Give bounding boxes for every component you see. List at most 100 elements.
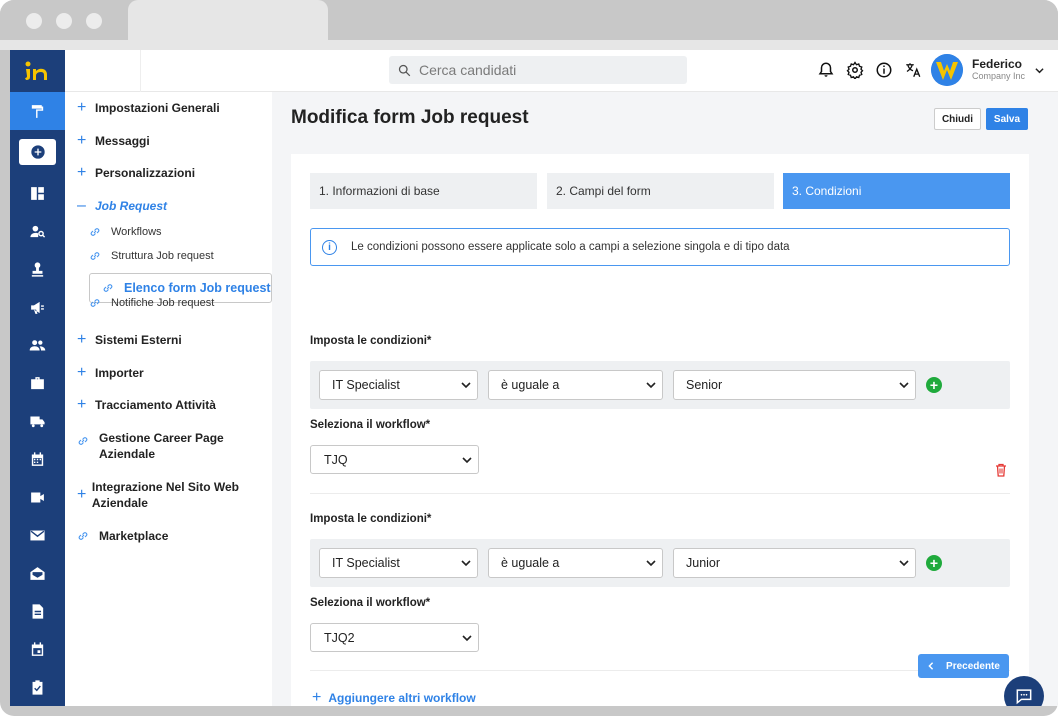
page-title: Modifica form Job request: [291, 107, 529, 128]
rail-stamp[interactable]: [10, 250, 65, 288]
rail-briefcase[interactable]: [10, 364, 65, 402]
rail-mail[interactable]: [10, 516, 65, 554]
paint-roller-icon: [31, 104, 44, 118]
rail-dashboard[interactable]: [10, 174, 65, 212]
field-select[interactable]: IT Specialist: [319, 370, 478, 400]
previous-label: Precedente: [946, 660, 1000, 672]
browser-frame: Cerca candidati Federico Company Inc + I…: [0, 0, 1058, 716]
nav-rail: [10, 50, 65, 706]
value-select[interactable]: Junior: [673, 548, 916, 578]
workflow-label: Seleziona il workflow*: [310, 419, 431, 431]
sidebar-item-integrazione[interactable]: + Integrazione Nel Sito Web Aziendale: [77, 479, 262, 511]
add-condition-icon[interactable]: +: [926, 555, 942, 571]
field-select[interactable]: IT Specialist: [319, 548, 478, 578]
plus-icon: +: [77, 486, 87, 503]
user-menu[interactable]: Federico Company Inc: [931, 54, 1044, 86]
chevron-down-icon: [461, 382, 471, 389]
save-button[interactable]: Salva: [986, 108, 1028, 130]
rail-event[interactable]: [10, 630, 65, 668]
plus-icon: +: [77, 331, 87, 348]
chevron-down-icon: [462, 457, 472, 464]
sidebar-sub-label: Notifiche Job request: [111, 297, 215, 309]
rail-paint-roller[interactable]: [10, 92, 65, 130]
link-icon: [78, 532, 88, 540]
tab-step-1[interactable]: 1. Informazioni di base: [310, 173, 537, 209]
browser-tab[interactable]: [128, 0, 328, 42]
rail-truck[interactable]: [10, 402, 65, 440]
minus-icon: –: [77, 197, 86, 214]
add-condition-icon[interactable]: +: [926, 377, 942, 393]
info-icon[interactable]: [875, 61, 893, 79]
chevron-down-icon: [899, 382, 909, 389]
sidebar-sub-workflows[interactable]: Workflows: [89, 226, 162, 238]
rail-people[interactable]: [10, 326, 65, 364]
tab-step-3[interactable]: 3. Condizioni: [783, 173, 1010, 209]
translate-icon[interactable]: [904, 61, 922, 79]
sidebar-item-career-page[interactable]: Gestione Career Page Aziendale: [77, 430, 247, 462]
rail-mail-open[interactable]: [10, 554, 65, 592]
rail-add-button[interactable]: [19, 139, 56, 165]
close-button[interactable]: Chiudi: [934, 108, 981, 130]
plus-icon: +: [77, 132, 87, 149]
person-search-icon: [30, 225, 46, 238]
conditions-label: Imposta le condizioni*: [310, 335, 432, 347]
window-dot-close[interactable]: [26, 13, 42, 29]
search-icon: [398, 64, 411, 76]
plus-icon: +: [312, 689, 322, 706]
info-alert: i Le condizioni possono essere applicate…: [310, 228, 1010, 266]
window-dot-maximize[interactable]: [86, 13, 102, 29]
people-icon: [29, 339, 46, 350]
link-icon: [78, 437, 88, 445]
gear-icon[interactable]: [846, 61, 864, 79]
trash-icon[interactable]: [995, 463, 1007, 477]
select-value: è uguale a: [501, 556, 560, 570]
select-value: Junior: [686, 556, 721, 570]
stamp-icon: [31, 261, 44, 277]
top-icons: [817, 61, 922, 79]
info-text: Le condizioni possono essere applicate s…: [351, 241, 790, 253]
sidebar-item-personalizzazioni[interactable]: + Personalizzazioni: [77, 165, 195, 181]
previous-button[interactable]: Precedente: [918, 654, 1009, 678]
rail-video[interactable]: [10, 478, 65, 516]
chat-icon: [1016, 689, 1032, 705]
sidebar-item-importer[interactable]: + Importer: [77, 365, 144, 381]
sidebar-item-job-request[interactable]: – Job Request: [77, 198, 167, 214]
rail-calendar[interactable]: [10, 440, 65, 478]
operator-select[interactable]: è uguale a: [488, 548, 663, 578]
link-icon: [103, 284, 113, 292]
tab-step-2[interactable]: 2. Campi del form: [547, 173, 774, 209]
chevron-down-icon: [461, 560, 471, 567]
dashboard-icon: [31, 186, 44, 200]
sidebar-item-tracciamento[interactable]: + Tracciamento Attività: [77, 397, 216, 413]
search-input[interactable]: Cerca candidati: [389, 56, 687, 84]
top-bar: Cerca candidati Federico Company Inc: [65, 50, 1058, 92]
plus-icon: +: [77, 99, 87, 116]
sidebar-item-impostazioni-generali[interactable]: + Impostazioni Generali: [77, 100, 220, 116]
search-placeholder: Cerca candidati: [419, 62, 517, 78]
settings-sidebar: + Impostazioni Generali + Messaggi + Person…: [65, 92, 272, 706]
rail-megaphone[interactable]: [10, 288, 65, 326]
sidebar-item-label: Personalizzazioni: [95, 166, 196, 180]
add-workflow-link[interactable]: + Aggiungere altri workflow: [312, 689, 476, 706]
operator-select[interactable]: è uguale a: [488, 370, 663, 400]
sidebar-sub-notifiche[interactable]: Notifiche Job request: [89, 297, 214, 309]
window-dot-minimize[interactable]: [56, 13, 72, 29]
app-logo[interactable]: [10, 50, 65, 92]
briefcase-icon: [31, 376, 44, 389]
rail-clipboard-check[interactable]: [10, 668, 65, 706]
workflow-select[interactable]: TJQ: [310, 445, 479, 474]
add-workflow-label: Aggiungere altri workflow: [328, 691, 476, 705]
bell-icon[interactable]: [817, 61, 835, 79]
sidebar-item-sistemi-esterni[interactable]: + Sistemi Esterni: [77, 332, 182, 348]
rail-person-search[interactable]: [10, 212, 65, 250]
sidebar-item-marketplace[interactable]: Marketplace: [77, 528, 168, 544]
rail-document[interactable]: [10, 592, 65, 630]
value-select[interactable]: Senior: [673, 370, 916, 400]
sidebar-item-label: Gestione Career Page Aziendale: [99, 431, 224, 461]
plus-icon: +: [77, 164, 87, 181]
user-company: Company Inc: [972, 71, 1026, 81]
sidebar-item-messaggi[interactable]: + Messaggi: [77, 133, 150, 149]
app: Cerca candidati Federico Company Inc + I…: [10, 50, 1058, 706]
workflow-select[interactable]: TJQ2: [310, 623, 479, 652]
sidebar-sub-struttura[interactable]: Struttura Job request: [89, 250, 214, 262]
